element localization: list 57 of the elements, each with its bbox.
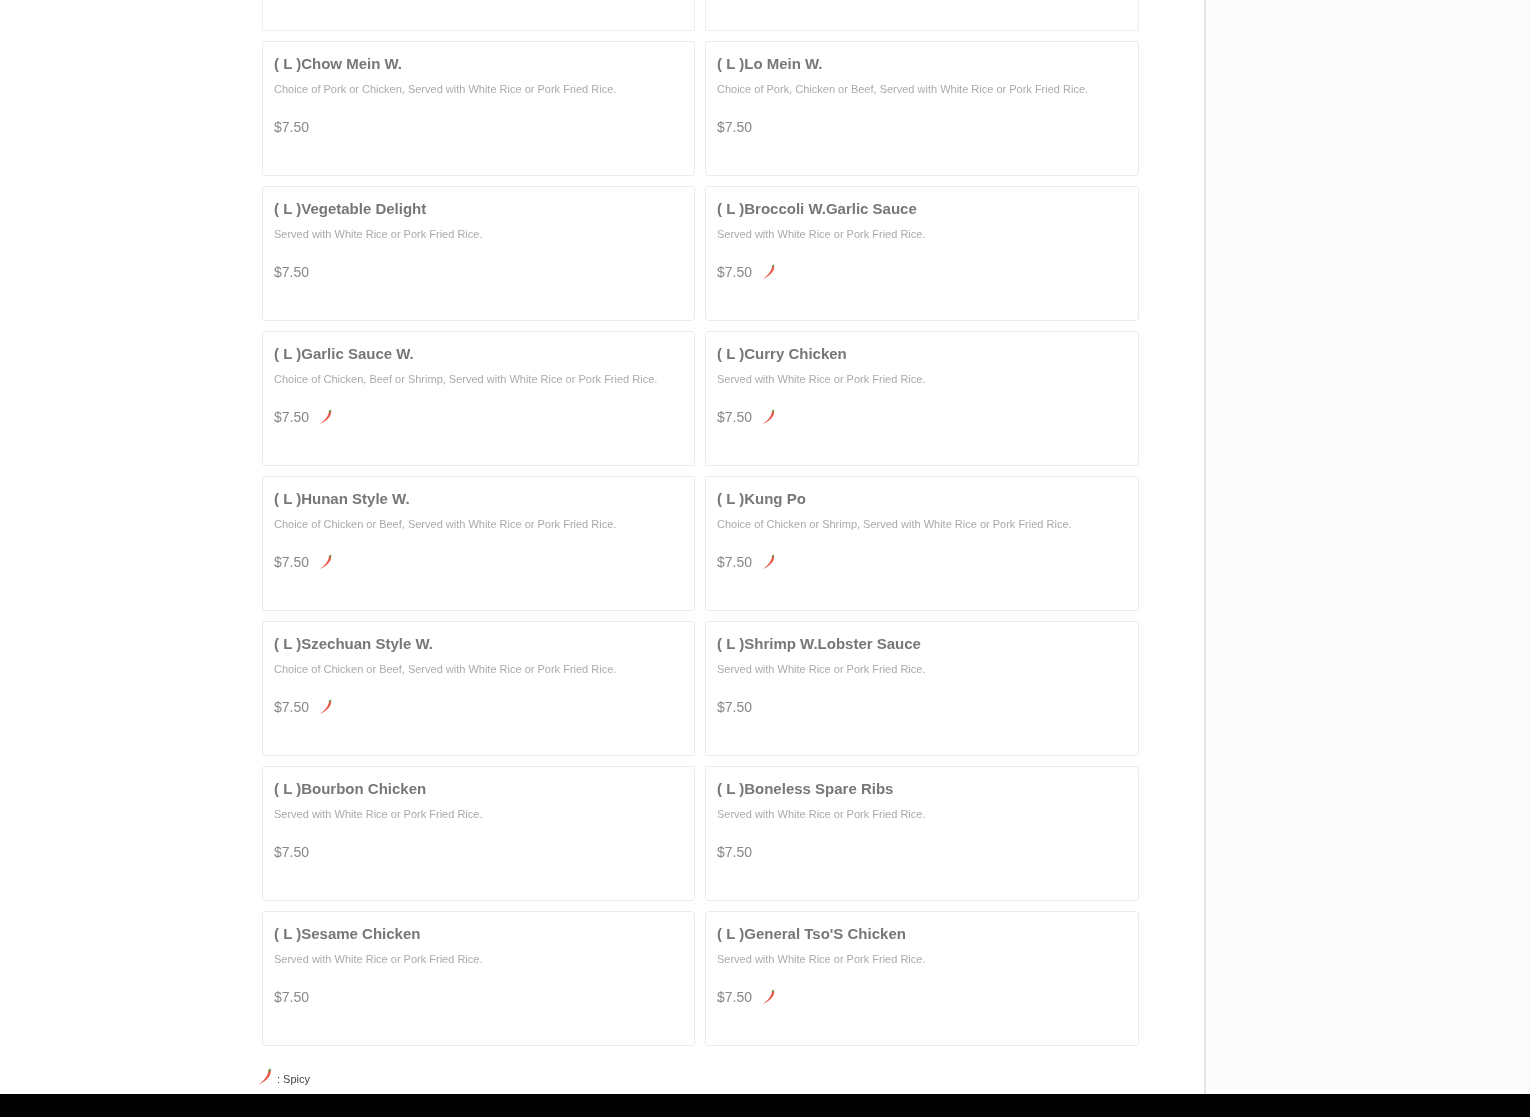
menu-card[interactable]: ( L )General Tso'S Chicken Served with White Rice or Pork Fried Rice. $7.50 [705,911,1139,1046]
item-name: ( L )Chow Mein W. [274,54,404,74]
item-price: $7.50 [274,554,310,570]
item-description: Served with White Rice or Pork Fried Rice. [717,952,927,967]
item-price: $7.50 [717,989,753,1005]
item-name: ( L )Sesame Chicken [274,924,422,944]
item-price: $7.50 [274,844,310,860]
item-description: Served with White Rice or Pork Fried Rice. [274,227,484,242]
menu-card[interactable]: ( L )Shrimp W.Lobster Sauce Served with White Rice or Pork Fried Rice. $7.50 [705,621,1139,756]
item-price: $7.50 [274,989,310,1005]
item-description: Choice of Chicken, Beef or Shrimp, Served with White Rice or Pork Fried Rice. [274,372,659,387]
menu-card[interactable]: ( L )Garlic Sauce W. Choice of Chicken, Beef or Shrimp, Served with White Rice or Pork Fried Rice. $7.50 [262,331,695,466]
menu-card[interactable]: ( L )Broccoli W.Garlic Sauce Served with White Rice or Pork Fried Rice. $7.50 [705,186,1139,321]
item-price: $7.50 [717,844,753,860]
menu-card[interactable]: ( L )Curry Chicken Served with White Rice or Pork Fried Rice. $7.50 [705,331,1139,466]
item-description: Served with White Rice or Pork Fried Rice. [717,807,927,822]
item-price: $7.50 [717,699,753,715]
item-name: ( L )Lo Mein W. [717,54,824,74]
item-description: Served with White Rice or Pork Fried Rice. [717,372,927,387]
item-name: ( L )Curry Chicken [717,344,848,364]
item-price: $7.50 [717,264,753,280]
menu-card[interactable]: ( L )Hunan Style W. Choice of Chicken or Beef, Served with White Rice or Pork Fried Rice. $7.50 [262,476,695,611]
item-price: $7.50 [274,264,310,280]
item-description: Choice of Chicken or Shrimp, Served with White Rice or Pork Fried Rice. [717,517,1073,532]
item-name: ( L )General Tso'S Chicken [717,924,907,944]
item-name: ( L )Vegetable Delight [274,199,428,219]
menu-card[interactable]: ( L )Lo Mein W. Choice of Pork, Chicken or Beef, Served with White Rice or Pork Fried Rice. $7.50 [705,41,1139,176]
item-price: $7.50 [717,119,753,135]
item-price: $7.50 [717,554,753,570]
item-name: ( L )Szechuan Style W. [274,634,434,654]
item-description: Served with White Rice or Pork Fried Rice. [274,807,484,822]
item-price: $7.50 [274,119,310,135]
legend-label: : Spicy [277,1072,310,1086]
item-name: ( L )Shrimp W.Lobster Sauce [717,634,922,654]
item-description: Served with White Rice or Pork Fried Rice. [717,227,927,242]
item-description: Choice of Chicken or Beef, Served with White Rice or Pork Fried Rice. [274,517,618,532]
item-price: $7.50 [717,409,753,425]
menu-card[interactable]: ( L )Szechuan Style W. Choice of Chicken or Beef, Served with White Rice or Pork Fried Rice. $7.50 [262,621,695,756]
item-name: ( L )Garlic Sauce W. [274,344,415,364]
menu-card[interactable]: ( L )Sesame Chicken Served with White Rice or Pork Fried Rice. $7.50 [262,911,695,1046]
item-description: Choice of Pork, Chicken or Beef, Served with White Rice or Pork Fried Rice. [717,82,1090,97]
item-name: ( L )Bourbon Chicken [274,779,428,799]
item-description: Choice of Chicken or Beef, Served with White Rice or Pork Fried Rice. [274,662,618,677]
menu-card[interactable]: ( L )Kung Po Choice of Chicken or Shrimp, Served with White Rice or Pork Fried Rice. $7.50 [705,476,1139,611]
item-price: $7.50 [274,699,310,715]
item-name: ( L )Kung Po [717,489,807,509]
item-description: Served with White Rice or Pork Fried Rice. [717,662,927,677]
menu-card[interactable]: ( L )Bourbon Chicken Served with White Rice or Pork Fried Rice. $7.50 [262,766,695,901]
item-price: $7.50 [274,409,310,425]
item-name: ( L )Boneless Spare Ribs [717,779,895,799]
item-name: ( L )Broccoli W.Garlic Sauce [717,199,918,219]
item-description: Choice of Pork or Chicken, Served with White Rice or Pork Fried Rice. [274,82,618,97]
menu-card[interactable]: ( L )Boneless Spare Ribs Served with White Rice or Pork Fried Rice. $7.50 [705,766,1139,901]
menu-card[interactable]: ( L )Vegetable Delight Served with White Rice or Pork Fried Rice. $7.50 [262,186,695,321]
item-description: Served with White Rice or Pork Fried Rice. [274,952,484,967]
item-name: ( L )Hunan Style W. [274,489,411,509]
menu-card[interactable]: ( L )Chow Mein W. Choice of Pork or Chicken, Served with White Rice or Pork Fried Rice. $7.50 [262,41,695,176]
